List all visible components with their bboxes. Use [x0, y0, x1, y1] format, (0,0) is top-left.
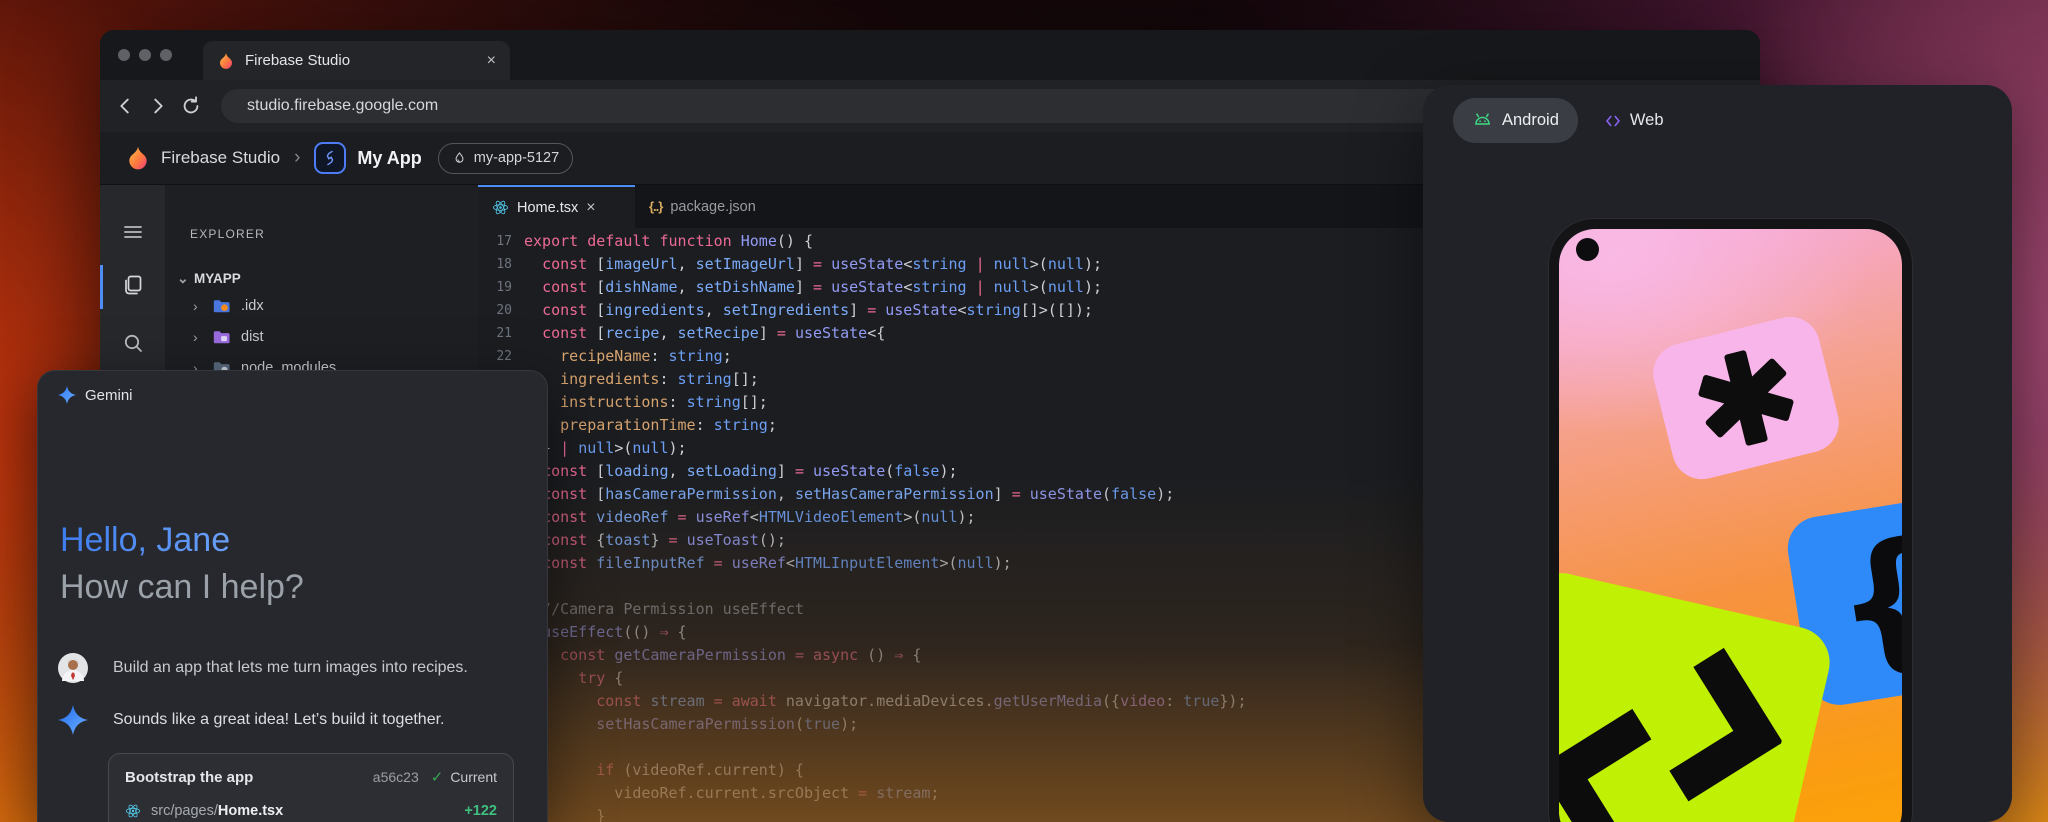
- tree-item-idx[interactable]: › .idx: [193, 290, 264, 321]
- tree-item-label: .idx: [241, 298, 264, 314]
- firebase-logo-icon: [125, 145, 151, 171]
- code-brackets-icon: [1604, 112, 1622, 130]
- forward-icon[interactable]: [147, 95, 169, 117]
- window-control-dot[interactable]: [160, 49, 172, 61]
- toggle-android-label: Android: [1502, 111, 1559, 130]
- reload-icon[interactable]: [180, 95, 202, 117]
- editor-tab-label: package.json: [670, 199, 755, 215]
- phone-screen[interactable]: {: [1559, 229, 1902, 822]
- preview-panel: Android Web: [1423, 85, 2012, 822]
- chevron-right-icon: ›: [193, 329, 203, 345]
- brand-title[interactable]: Firebase Studio: [161, 148, 280, 168]
- react-icon: [492, 199, 509, 216]
- check-icon: ✓: [431, 768, 444, 786]
- chevron-right-icon: ›: [193, 298, 203, 314]
- tree-root-label: MYAPP: [194, 271, 241, 286]
- gemini-panel: Gemini Hello, Jane How can I help? Build…: [37, 370, 548, 822]
- phone-mockup: {: [1548, 218, 1913, 822]
- gemini-title: Gemini: [85, 387, 133, 404]
- json-braces-icon: {..}: [649, 199, 662, 214]
- curly-brace-icon: {: [1824, 519, 1902, 684]
- gemini-sparkle-icon: [58, 705, 88, 735]
- window-control-dot[interactable]: [139, 49, 151, 61]
- browser-tab[interactable]: Firebase Studio ×: [203, 41, 510, 80]
- url-text: studio.firebase.google.com: [247, 97, 438, 115]
- chat-message-text: Build an app that lets me turn images in…: [113, 659, 468, 677]
- chat-message-text: Sounds like a great idea! Let’s build it…: [113, 711, 444, 729]
- window-control-dot[interactable]: [118, 49, 130, 61]
- tab-close-icon[interactable]: ×: [487, 53, 496, 69]
- tile-asterisk: [1647, 310, 1845, 485]
- chat-message-user: Build an app that lets me turn images in…: [58, 653, 527, 683]
- back-icon[interactable]: [114, 95, 136, 117]
- menu-icon[interactable]: [121, 220, 145, 244]
- stage: Firebase Studio × studio.firebase.google…: [0, 0, 2048, 822]
- explorer-title: EXPLORER: [190, 227, 265, 241]
- tree-root-myapp[interactable]: ⌄ MYAPP: [177, 263, 241, 293]
- gemini-sparkle-icon: [58, 386, 76, 404]
- asterisk-icon: [1684, 336, 1808, 460]
- file-path: src/pages/Home.tsx: [151, 803, 283, 819]
- tree-item-label: dist: [241, 329, 264, 345]
- toggle-web-label: Web: [1630, 111, 1664, 130]
- tile-code: [1559, 566, 1837, 822]
- user-avatar: [58, 653, 88, 683]
- folder-idx-icon: [212, 297, 232, 315]
- camera-hole-icon: [1576, 238, 1599, 261]
- browser-tab-title: Firebase Studio: [245, 52, 477, 69]
- bootstrap-card[interactable]: Bootstrap the app a56c23 ✓ Current src/p…: [108, 753, 514, 822]
- commit-hash: a56c23: [373, 769, 419, 785]
- bootstrap-card-header: Bootstrap the app a56c23 ✓ Current: [125, 768, 497, 786]
- workspace-name: my-app-5127: [474, 150, 559, 166]
- workspace-badge[interactable]: my-app-5127: [438, 143, 573, 174]
- editor-tab-label: Home.tsx: [517, 200, 578, 216]
- toggle-android[interactable]: Android: [1453, 98, 1578, 143]
- tree-item-dist[interactable]: › dist: [193, 321, 264, 352]
- editor-tab-home-tsx[interactable]: Home.tsx ×: [478, 185, 635, 228]
- angle-brackets-icon: [1559, 597, 1802, 822]
- greeting-line-1: Hello, Jane: [60, 517, 304, 564]
- folder-dist-icon: [212, 328, 232, 346]
- toggle-web[interactable]: Web: [1604, 111, 1664, 130]
- card-title: Bootstrap the app: [125, 769, 373, 786]
- chevron-down-icon: ⌄: [177, 270, 187, 287]
- search-icon[interactable]: [121, 331, 145, 355]
- app-spark-icon: [314, 142, 346, 174]
- tab-close-icon[interactable]: ×: [586, 200, 595, 216]
- status-badge: Current: [450, 769, 497, 785]
- gemini-greeting: Hello, Jane How can I help?: [60, 517, 304, 611]
- react-icon: [125, 803, 141, 819]
- window-controls[interactable]: [118, 49, 172, 61]
- explorer-files-icon[interactable]: [121, 273, 145, 297]
- editor-tab-package-json[interactable]: {..} package.json: [635, 185, 805, 228]
- breadcrumb-separator: ›: [294, 147, 300, 169]
- gemini-header: Gemini: [58, 386, 133, 404]
- chat-message-gemini: Sounds like a great idea! Let’s build it…: [58, 705, 527, 735]
- active-view-indicator: [100, 265, 103, 309]
- diff-added-count: +122: [464, 803, 497, 819]
- droplet-icon: [452, 151, 467, 166]
- firebase-favicon-icon: [217, 52, 235, 70]
- browser-tabstrip: Firebase Studio ×: [100, 30, 1760, 80]
- changed-file-row[interactable]: src/pages/Home.tsx +122: [125, 803, 497, 819]
- platform-toggle: Android Web: [1453, 98, 1664, 143]
- greeting-line-2: How can I help?: [60, 564, 304, 611]
- android-icon: [1472, 110, 1493, 131]
- app-name[interactable]: My App: [357, 148, 421, 169]
